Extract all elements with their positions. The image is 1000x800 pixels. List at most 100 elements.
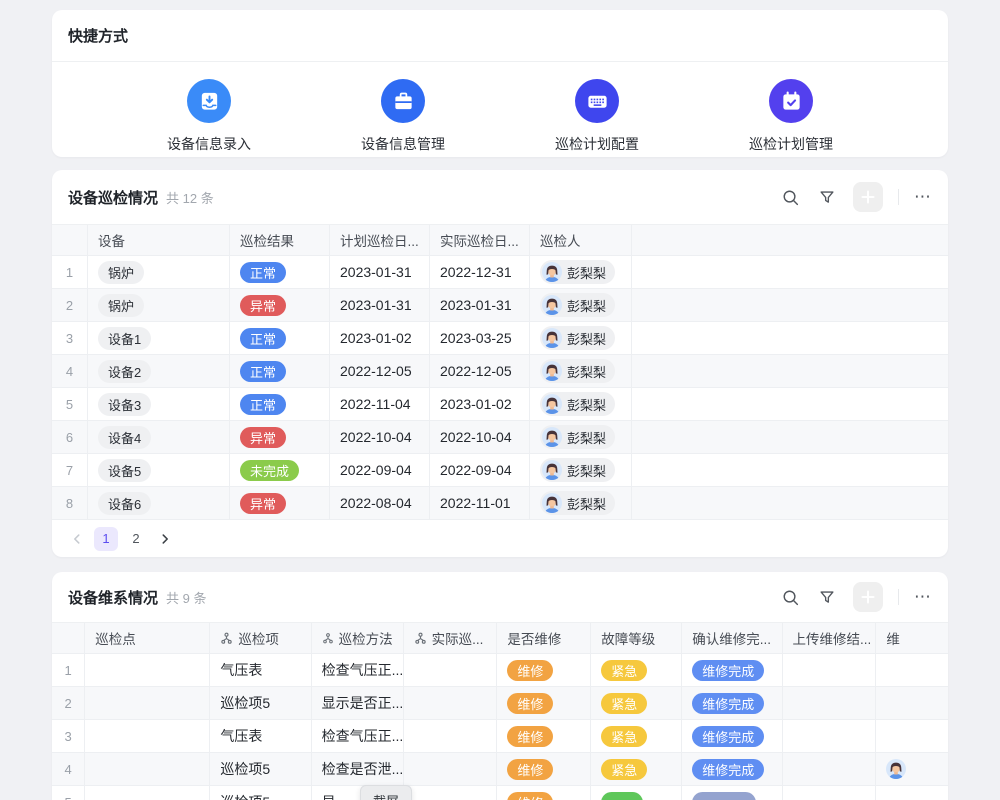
- result-cell[interactable]: 异常: [230, 487, 330, 520]
- column-header[interactable]: [52, 225, 88, 256]
- device-tag[interactable]: 设备1: [98, 327, 151, 350]
- inspector-cell[interactable]: 彭梨梨: [530, 454, 632, 487]
- clipped-cell[interactable]: [876, 786, 948, 800]
- inspection-item-cell[interactable]: 巡检项5: [210, 786, 311, 800]
- planned-date-cell[interactable]: 2022-08-04: [330, 487, 430, 520]
- column-header[interactable]: [52, 623, 85, 654]
- planned-date-cell[interactable]: 2022-11-04: [330, 388, 430, 421]
- column-header[interactable]: 巡检点: [85, 623, 210, 654]
- maintenance-row[interactable]: 2巡检项5显示是否正...维修紧急维修完成: [52, 687, 948, 720]
- upload-result-cell[interactable]: [783, 687, 877, 720]
- actual-date-cell[interactable]: 2022-12-31: [430, 256, 530, 289]
- device-tag[interactable]: 锅炉: [98, 294, 144, 317]
- column-header[interactable]: 巡检项: [210, 623, 311, 654]
- inspector-tag[interactable]: 彭梨梨: [540, 425, 615, 449]
- actual-inspection-cell[interactable]: [404, 786, 498, 800]
- planned-date-cell[interactable]: 2022-10-04: [330, 421, 430, 454]
- maintenance-row[interactable]: 5巡检项5显...维修: [52, 786, 948, 800]
- inspector-cell[interactable]: 彭梨梨: [530, 256, 632, 289]
- inspector-cell[interactable]: 彭梨梨: [530, 289, 632, 322]
- inspection-item-cell[interactable]: 巡检项5: [210, 687, 311, 720]
- column-header[interactable]: 实际巡检日...: [430, 225, 530, 256]
- add-record-button[interactable]: [853, 182, 883, 212]
- column-header[interactable]: 设备: [88, 225, 230, 256]
- inspector-tag[interactable]: 彭梨梨: [540, 326, 615, 350]
- maintenance-row[interactable]: 3气压表检查气压正...维修紧急维修完成: [52, 720, 948, 753]
- upload-result-cell[interactable]: [783, 654, 877, 687]
- device-cell[interactable]: 设备2: [88, 355, 230, 388]
- inspector-cell[interactable]: 彭梨梨: [530, 355, 632, 388]
- inspection-method-cell[interactable]: 显示是否正...: [312, 687, 404, 720]
- more-options-icon[interactable]: ⋯: [914, 192, 932, 202]
- inspection-point-cell[interactable]: [85, 687, 210, 720]
- repair-cell[interactable]: 维修: [497, 753, 591, 786]
- actual-inspection-cell[interactable]: [404, 720, 498, 753]
- actual-date-cell[interactable]: 2022-12-05: [430, 355, 530, 388]
- inspection-row[interactable]: 5设备3正常2022-11-042023-01-02彭梨梨: [52, 388, 948, 421]
- planned-date-cell[interactable]: 2023-01-31: [330, 256, 430, 289]
- planned-date-cell[interactable]: 2022-12-05: [330, 355, 430, 388]
- column-header[interactable]: 计划巡检日...: [330, 225, 430, 256]
- column-header[interactable]: 实际巡...: [404, 623, 498, 654]
- inspection-item-cell[interactable]: 气压表: [210, 654, 311, 687]
- result-cell[interactable]: 正常: [230, 256, 330, 289]
- search-icon[interactable]: [779, 586, 801, 608]
- clipped-cell[interactable]: [876, 753, 948, 786]
- device-tag[interactable]: 锅炉: [98, 261, 144, 284]
- actual-inspection-cell[interactable]: [404, 654, 498, 687]
- add-record-button[interactable]: [853, 582, 883, 612]
- device-tag[interactable]: 设备4: [98, 426, 151, 449]
- clipped-cell[interactable]: [876, 654, 948, 687]
- inspection-row[interactable]: 2锅炉异常2023-01-312023-01-31彭梨梨: [52, 289, 948, 322]
- column-header[interactable]: 确认维修完...: [682, 623, 782, 654]
- device-cell[interactable]: 设备5: [88, 454, 230, 487]
- filter-icon[interactable]: [816, 186, 838, 208]
- upload-result-cell[interactable]: [783, 753, 877, 786]
- inspection-point-cell[interactable]: [85, 753, 210, 786]
- actual-date-cell[interactable]: 2023-01-31: [430, 289, 530, 322]
- fault-level-cell[interactable]: [591, 786, 682, 800]
- repair-cell[interactable]: 维修: [497, 654, 591, 687]
- inspection-point-cell[interactable]: [85, 720, 210, 753]
- inspector-tag[interactable]: 彭梨梨: [540, 392, 615, 416]
- repair-confirm-cell[interactable]: 维修完成: [682, 687, 782, 720]
- actual-date-cell[interactable]: 2023-01-02: [430, 388, 530, 421]
- planned-date-cell[interactable]: 2022-09-04: [330, 454, 430, 487]
- inspector-cell[interactable]: 彭梨梨: [530, 421, 632, 454]
- actual-date-cell[interactable]: 2022-10-04: [430, 421, 530, 454]
- inspector-cell[interactable]: 彭梨梨: [530, 388, 632, 421]
- upload-result-cell[interactable]: [783, 786, 877, 800]
- fault-level-cell[interactable]: 紧急: [591, 753, 682, 786]
- maintenance-row[interactable]: 4巡检项5检查是否泄...维修紧急维修完成: [52, 753, 948, 786]
- column-header[interactable]: 巡检结果: [230, 225, 330, 256]
- search-icon[interactable]: [779, 186, 801, 208]
- column-header[interactable]: 巡检方法: [312, 623, 404, 654]
- inspection-method-cell[interactable]: 检查是否泄...: [312, 753, 404, 786]
- page-number[interactable]: 1: [94, 527, 118, 551]
- inspection-point-cell[interactable]: [85, 786, 210, 800]
- repair-cell[interactable]: 维修: [497, 720, 591, 753]
- next-page-icon[interactable]: [154, 528, 176, 550]
- clipped-cell[interactable]: [876, 720, 948, 753]
- inspector-cell[interactable]: 彭梨梨: [530, 322, 632, 355]
- clipped-cell[interactable]: [876, 687, 948, 720]
- device-cell[interactable]: 设备1: [88, 322, 230, 355]
- inspection-row[interactable]: 3设备1正常2023-01-022023-03-25彭梨梨: [52, 322, 948, 355]
- repair-confirm-cell[interactable]: 维修完成: [682, 753, 782, 786]
- inspector-tag[interactable]: 彭梨梨: [540, 260, 615, 284]
- planned-date-cell[interactable]: 2023-01-31: [330, 289, 430, 322]
- device-cell[interactable]: 设备3: [88, 388, 230, 421]
- shortcut-device-manage[interactable]: 设备信息管理: [361, 79, 445, 154]
- inspector-tag[interactable]: 彭梨梨: [540, 458, 615, 482]
- inspection-method-cell[interactable]: 检查气压正...: [312, 654, 404, 687]
- repair-confirm-cell[interactable]: 维修完成: [682, 654, 782, 687]
- inspection-row[interactable]: 7设备5未完成2022-09-042022-09-04彭梨梨: [52, 454, 948, 487]
- result-cell[interactable]: 正常: [230, 388, 330, 421]
- device-cell[interactable]: 设备4: [88, 421, 230, 454]
- shortcut-plan-manage[interactable]: 巡检计划管理: [749, 79, 833, 154]
- device-cell[interactable]: 锅炉: [88, 289, 230, 322]
- result-cell[interactable]: 异常: [230, 289, 330, 322]
- column-header[interactable]: 上传维修结...: [783, 623, 877, 654]
- device-tag[interactable]: 设备5: [98, 459, 151, 482]
- fault-level-cell[interactable]: 紧急: [591, 654, 682, 687]
